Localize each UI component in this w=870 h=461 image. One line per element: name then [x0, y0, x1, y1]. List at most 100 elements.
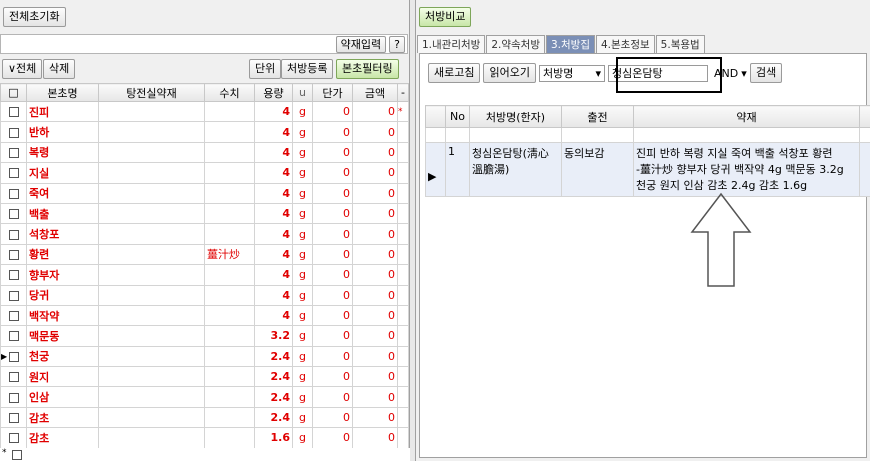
- row-checkbox-cell[interactable]: [0, 264, 27, 286]
- herb-name[interactable]: 반하: [26, 121, 99, 143]
- herb-unit[interactable]: g: [292, 345, 313, 368]
- filter-row-cell[interactable]: [469, 127, 562, 143]
- tab-4[interactable]: 4.본초정보: [596, 35, 655, 53]
- herb-unit[interactable]: g: [292, 284, 313, 306]
- herb-process[interactable]: 薑汁炒: [204, 243, 255, 266]
- herb-process[interactable]: [204, 386, 255, 408]
- herb-name[interactable]: 황련: [26, 243, 99, 266]
- row-checkbox[interactable]: [8, 413, 19, 424]
- herb-room[interactable]: [98, 243, 205, 266]
- reset-all-button[interactable]: 전체초기화: [3, 7, 66, 27]
- herb-price[interactable]: 0: [312, 100, 353, 123]
- row-checkbox-cell[interactable]: [0, 141, 27, 164]
- herb-name[interactable]: 당귀: [26, 284, 99, 306]
- row-checkbox-cell[interactable]: [0, 243, 27, 266]
- refresh-button[interactable]: 새로고침: [428, 63, 481, 83]
- herb-price[interactable]: 0: [312, 202, 353, 225]
- herb-room[interactable]: [98, 100, 205, 123]
- herb-dose[interactable]: 2.4: [254, 406, 293, 429]
- col-header-6[interactable]: 단가: [312, 83, 353, 102]
- compare-prescription-button[interactable]: 처방비교: [419, 7, 472, 27]
- filter-row-cell[interactable]: [561, 127, 634, 143]
- herb-unit[interactable]: g: [292, 100, 313, 123]
- table-row[interactable]: 인삼 2.4 g 0 0: [0, 386, 409, 408]
- col-header-8[interactable]: -: [397, 83, 409, 102]
- row-checkbox-cell[interactable]: [0, 427, 27, 449]
- herb-price[interactable]: 0: [312, 223, 353, 245]
- herb-unit[interactable]: g: [292, 182, 313, 204]
- herb-name[interactable]: 향부자: [26, 264, 99, 286]
- herb-process[interactable]: [204, 406, 255, 429]
- herb-process[interactable]: [204, 366, 255, 388]
- row-checkbox-cell[interactable]: ▶: [0, 345, 27, 368]
- row-checkbox-cell[interactable]: [0, 386, 27, 408]
- row-checkbox-cell[interactable]: [0, 284, 27, 306]
- herb-dose[interactable]: 4: [254, 182, 293, 204]
- herb-name[interactable]: 맥문동: [26, 325, 99, 347]
- row-checkbox[interactable]: [8, 229, 19, 240]
- herb-dose[interactable]: 4: [254, 243, 293, 266]
- load-button[interactable]: 읽어오기: [483, 63, 536, 83]
- herb-price[interactable]: 0: [312, 406, 353, 429]
- herb-dose[interactable]: 4: [254, 284, 293, 306]
- table-row[interactable]: 지실 4 g 0 0: [0, 162, 409, 184]
- filter-row-cell[interactable]: [633, 127, 860, 143]
- col-header-4[interactable]: 용량: [254, 83, 293, 102]
- filter-row-cell[interactable]: [425, 127, 446, 143]
- table-row[interactable]: 원지 2.4 g 0 0: [0, 366, 409, 388]
- herb-process[interactable]: [204, 223, 255, 245]
- table-row[interactable]: 진피 4 g 0 0 *: [0, 100, 409, 123]
- herb-room[interactable]: [98, 304, 205, 327]
- row-checkbox[interactable]: [8, 188, 19, 199]
- herb-process[interactable]: [204, 325, 255, 347]
- herb-price[interactable]: 0: [312, 264, 353, 286]
- delete-button[interactable]: 삭제: [43, 59, 76, 79]
- herb-room[interactable]: [98, 386, 205, 408]
- herb-room[interactable]: [98, 284, 205, 306]
- herb-room[interactable]: [98, 427, 205, 449]
- herb-process[interactable]: [204, 100, 255, 123]
- table-row[interactable]: 죽여 4 g 0 0: [0, 182, 409, 204]
- herb-process[interactable]: [204, 304, 255, 327]
- row-checkbox[interactable]: [8, 127, 19, 138]
- herb-process[interactable]: [204, 141, 255, 164]
- herb-price[interactable]: 0: [312, 182, 353, 204]
- search-button[interactable]: 검색: [749, 63, 783, 83]
- table-row[interactable]: 감초 1.6 g 0 0: [0, 427, 409, 449]
- herb-room[interactable]: [98, 162, 205, 184]
- herb-dose[interactable]: 2.4: [254, 386, 293, 408]
- tab-3[interactable]: 3.처방집: [546, 35, 595, 53]
- herb-dose[interactable]: 4: [254, 141, 293, 164]
- herb-price[interactable]: 0: [312, 304, 353, 327]
- unit-button[interactable]: 단위: [249, 59, 282, 79]
- row-checkbox-cell[interactable]: [0, 304, 27, 327]
- herb-price[interactable]: 0: [312, 427, 353, 449]
- herb-unit[interactable]: g: [292, 162, 313, 184]
- herb-room[interactable]: [98, 121, 205, 143]
- herb-price[interactable]: 0: [312, 366, 353, 388]
- row-checkbox[interactable]: [8, 147, 19, 158]
- herb-name[interactable]: 진피: [26, 100, 99, 123]
- col-header-3[interactable]: 수치: [204, 83, 255, 102]
- herb-price[interactable]: 0: [312, 325, 353, 347]
- tab-2[interactable]: 2.약속처방: [486, 35, 545, 53]
- table-row[interactable]: 향부자 4 g 0 0: [0, 264, 409, 286]
- herb-unit[interactable]: g: [292, 427, 313, 449]
- row-checkbox[interactable]: [8, 392, 19, 403]
- herb-unit[interactable]: g: [292, 202, 313, 225]
- row-checkbox-cell[interactable]: [0, 223, 27, 245]
- col-herbs[interactable]: 약재: [633, 105, 860, 128]
- herb-price[interactable]: 0: [312, 386, 353, 408]
- register-prescription-button[interactable]: 처방등록: [281, 59, 334, 79]
- row-checkbox-cell[interactable]: [0, 366, 27, 388]
- col-header-5[interactable]: u: [292, 83, 313, 102]
- col-source[interactable]: 출전: [561, 105, 634, 128]
- row-checkbox[interactable]: [8, 372, 19, 383]
- herb-dose[interactable]: 4: [254, 100, 293, 123]
- herb-process[interactable]: [204, 427, 255, 449]
- herb-name[interactable]: 감초: [26, 427, 99, 449]
- herb-dose[interactable]: 4: [254, 202, 293, 225]
- herb-search-bar[interactable]: 약재입력 ?: [0, 34, 408, 54]
- row-checkbox[interactable]: [8, 209, 19, 220]
- herb-process[interactable]: [204, 202, 255, 225]
